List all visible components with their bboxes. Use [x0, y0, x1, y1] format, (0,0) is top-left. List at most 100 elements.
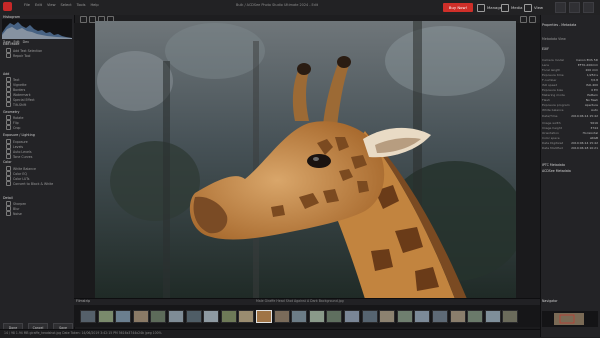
exif-section[interactable]: EXIF — [542, 47, 549, 51]
edit-tool-item[interactable]: Tone Curves — [6, 154, 32, 159]
metadata-value: 2019:06:14 15:42 — [571, 114, 598, 118]
properties-title: Properties - Metadata — [542, 23, 577, 27]
tab-dev[interactable]: Dev — [23, 40, 29, 44]
metadata-row: F-number f/2.8 — [542, 78, 598, 82]
media-mode-button[interactable]: Media — [501, 3, 522, 12]
filmstrip-thumbnail[interactable] — [256, 310, 272, 323]
filmstrip-thumbnail[interactable] — [150, 310, 167, 323]
edit-tool-item[interactable]: Crop — [6, 125, 20, 130]
section-header[interactable]: Color — [3, 160, 12, 164]
metadata-value: Horizontal — [582, 131, 598, 135]
fullscreen-icon[interactable] — [529, 16, 536, 23]
tool-label: Tone Curves — [13, 154, 33, 159]
filmstrip-thumbnail[interactable] — [168, 310, 184, 323]
metadata-key: ISO speed — [542, 83, 558, 87]
buy-now-button[interactable]: Buy Now! — [443, 3, 473, 12]
tool-label: Repair Tool — [13, 53, 31, 58]
settings-icon[interactable] — [520, 16, 527, 23]
metadata-value: f/2.8 — [591, 78, 598, 82]
giraffe-photo[interactable] — [95, 21, 516, 299]
section-header[interactable]: Exposure / Lighting — [3, 133, 35, 137]
metadata-key: Camera model — [542, 58, 565, 62]
filmstrip-thumbnail[interactable] — [132, 310, 149, 323]
metadata-view-label[interactable]: Metadata View — [542, 37, 566, 41]
menu-select[interactable]: Select — [61, 3, 72, 7]
metadata-value: EF70-200mm — [577, 63, 598, 67]
tool-label: Flip — [13, 120, 19, 125]
metadata-key: Flash — [542, 98, 550, 102]
manage-icon — [477, 3, 485, 12]
menu-view[interactable]: View — [47, 3, 56, 7]
metadata-row: White balance Auto — [542, 108, 598, 112]
metadata-key: Metering mode — [542, 93, 565, 97]
metadata-row: Image height 3744 — [542, 126, 598, 130]
section-header[interactable]: Geometry — [3, 110, 19, 114]
manage-label: Manage — [487, 5, 503, 10]
tool-label: Sharpen — [13, 201, 27, 206]
filmstrip-thumbnail[interactable] — [484, 310, 501, 323]
edit-tool-item[interactable]: Tilt-Shift — [6, 102, 26, 107]
filmstrip-thumbnail[interactable] — [344, 310, 360, 323]
maximize-button[interactable] — [569, 2, 580, 13]
metadata-row: Image width 5616 — [542, 121, 598, 125]
filmstrip-thumbnail[interactable] — [361, 310, 378, 323]
filmstrip-thumbnail[interactable] — [185, 310, 202, 323]
filmstrip-thumbnail[interactable] — [273, 310, 290, 323]
menu-file[interactable]: File — [24, 3, 30, 7]
iptc-section[interactable]: IPTC Metadata — [542, 163, 565, 167]
filmstrip-thumbnail[interactable] — [502, 310, 519, 323]
view-mode-button[interactable]: View — [524, 3, 543, 12]
filmstrip-thumbnail[interactable] — [220, 310, 237, 323]
metadata-value: sRGB — [589, 136, 598, 140]
metadata-key: Lens — [542, 63, 549, 67]
metadata-key: F-number — [542, 78, 557, 82]
menu-help[interactable]: Help — [90, 3, 98, 7]
section-header[interactable]: Add — [3, 72, 9, 76]
menu-tools[interactable]: Tools — [77, 3, 86, 7]
metadata-row: Lens EF70-200mm — [542, 63, 598, 67]
window-controls — [555, 2, 594, 13]
filmstrip-thumbnail[interactable] — [80, 310, 96, 323]
filmstrip-thumbnail[interactable] — [379, 310, 396, 323]
zoom-icon[interactable] — [80, 16, 87, 23]
tool-label: Levels — [13, 144, 24, 149]
metadata-key: Date Modified — [542, 146, 563, 150]
filmstrip-thumbnail[interactable] — [308, 310, 325, 323]
metadata-value: 0 EV — [591, 88, 598, 92]
metadata-key: Date Digitized — [542, 141, 564, 145]
section-header[interactable]: Detail — [3, 196, 13, 200]
filmstrip-thumbnail[interactable] — [203, 310, 220, 323]
metadata-value: Auto — [591, 108, 598, 112]
filmstrip-thumbnail[interactable] — [238, 310, 255, 323]
close-button[interactable] — [583, 2, 594, 13]
edit-tool-item[interactable]: Noise — [6, 211, 22, 216]
filmstrip-thumbnail[interactable] — [396, 310, 413, 323]
filmstrip-thumbnail[interactable] — [291, 310, 308, 323]
metadata-row: Orientation Horizontal — [542, 131, 598, 135]
metadata-value: 3744 — [590, 126, 598, 130]
minimize-button[interactable] — [555, 2, 566, 13]
metadata-key: Exposure program — [542, 103, 570, 107]
acdsee-metadata-section[interactable]: ACDSee Metadata — [542, 169, 571, 173]
tool-label: Vignette — [13, 82, 27, 87]
filmstrip-thumbnail[interactable] — [449, 310, 466, 323]
manage-mode-button[interactable]: Manage — [477, 3, 502, 12]
filmstrip-thumbnail[interactable] — [326, 310, 343, 323]
navigator-preview[interactable] — [542, 311, 598, 327]
filmstrip-thumbnail[interactable] — [97, 310, 114, 323]
metadata-value: Aperture — [584, 103, 598, 107]
metadata-key: Exposure bias — [542, 88, 563, 92]
filmstrip-thumbnail[interactable] — [414, 310, 431, 323]
menu-edit[interactable]: Edit — [35, 3, 42, 7]
tool-label: Tilt-Shift — [13, 102, 27, 107]
metadata-value: 5616 — [590, 121, 598, 125]
metadata-row: Date Modified 2019:06:18 10:21 — [542, 146, 598, 150]
filmstrip-thumbnail[interactable] — [115, 310, 132, 323]
edit-tool-item[interactable]: Repair Tool — [6, 53, 30, 58]
edit-tool-item[interactable]: Convert to Black & White — [6, 181, 53, 186]
filmstrip-thumbnail[interactable] — [432, 310, 448, 323]
tool-label: Crop — [13, 125, 21, 130]
metadata-key: Date/Time — [542, 114, 558, 118]
section-header[interactable]: Edit Mode — [3, 42, 19, 46]
filmstrip-thumbnail[interactable] — [467, 310, 484, 323]
